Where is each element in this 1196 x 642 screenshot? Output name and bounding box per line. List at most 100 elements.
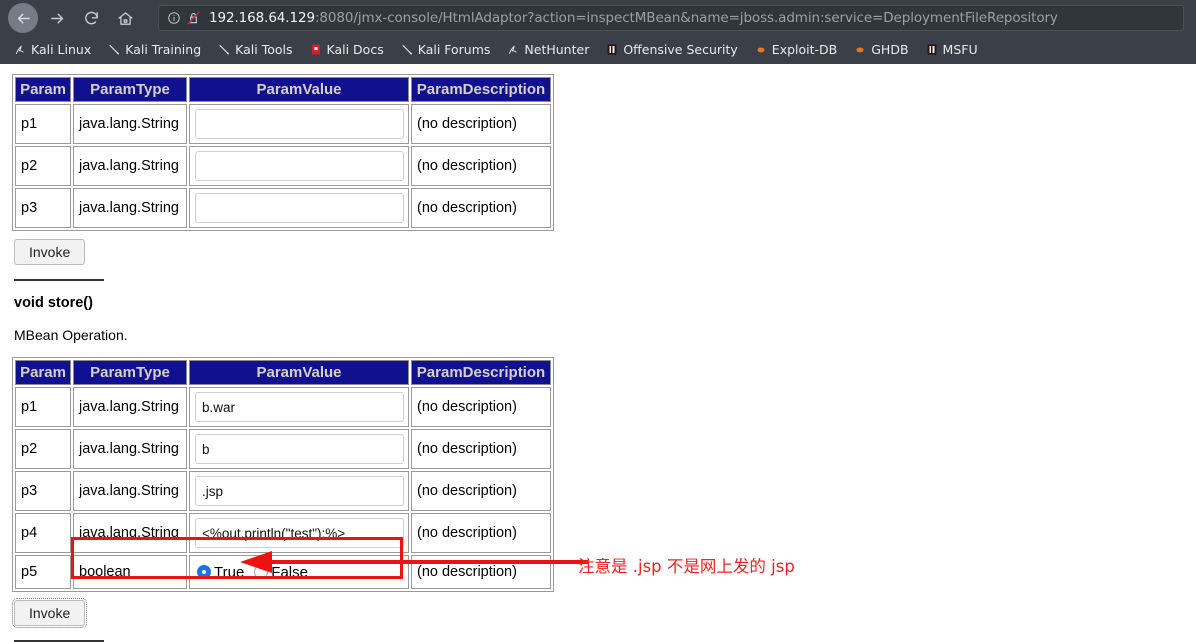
radio-true[interactable]: True: [197, 564, 244, 581]
kali-docs-icon: [310, 43, 322, 56]
cell-param: p2: [15, 146, 71, 186]
annotation-text: 注意是 .jsp 不是网上发的 jsp: [578, 557, 795, 576]
radio-false-dot-icon[interactable]: [254, 565, 269, 579]
table-row: p1 java.lang.String (no description): [15, 387, 551, 427]
operation-description: MBean Operation.: [14, 327, 128, 343]
kali-pen-icon: [218, 43, 230, 56]
param-value-input-p1[interactable]: [195, 109, 404, 139]
cell-paramtype: boolean: [73, 555, 187, 589]
url-text: 192.168.64.129:8080/jmx-console/HtmlAdap…: [209, 10, 1058, 26]
offsec-icon: [606, 43, 618, 56]
cell-paramvalue: [189, 146, 409, 186]
bookmark-kali-training[interactable]: Kali Training: [108, 42, 201, 57]
table-header-row: Param ParamType ParamValue ParamDescript…: [15, 360, 551, 385]
cell-param: p1: [15, 104, 71, 144]
bookmark-label: Kali Docs: [326, 41, 384, 57]
cell-param: p2: [15, 429, 71, 469]
cell-param: p3: [15, 188, 71, 228]
header-paramvalue: ParamValue: [189, 360, 409, 385]
table-row: p2 java.lang.String (no description): [15, 146, 551, 186]
cell-paramvalue: [189, 471, 409, 511]
table-row: p1 java.lang.String (no description): [15, 104, 551, 144]
table-header-row: Param ParamType ParamValue ParamDescript…: [15, 77, 551, 102]
header-paramdescription: ParamDescription: [411, 77, 551, 102]
cell-paramvalue: [189, 429, 409, 469]
red-doc-glyph: [311, 44, 320, 54]
header-paramtype: ParamType: [73, 77, 187, 102]
cell-paramdescription: (no description): [411, 471, 551, 511]
arrow-right-icon: [50, 13, 63, 23]
operation-signature: void store(): [14, 295, 93, 311]
bookmark-kali-linux[interactable]: Kali Linux: [14, 42, 91, 57]
bookmark-label: GHDB: [871, 41, 909, 57]
url-host: 192.168.64.129: [209, 10, 315, 26]
insecure-lock-slash-icon[interactable]: [186, 10, 201, 26]
forward-button[interactable]: [42, 3, 72, 33]
store-param-value-input-p1[interactable]: [195, 392, 404, 422]
flame-glyph: [757, 47, 765, 52]
radio-false-label: False: [271, 563, 308, 581]
bookmark-ghdb[interactable]: GHDB: [854, 41, 909, 57]
browser-toolbar: 192.168.64.129:8080/jmx-console/HtmlAdap…: [0, 0, 1196, 36]
cell-paramdescription: (no description): [411, 429, 551, 469]
invoke-button-top[interactable]: Invoke: [14, 239, 86, 265]
offsec-glyph: [607, 44, 617, 54]
bookmark-kali-tools[interactable]: Kali Tools: [218, 41, 293, 57]
header-param: Param: [15, 360, 71, 385]
cell-paramvalue: [189, 387, 409, 427]
flame-icon: [755, 43, 767, 56]
store-param-value-input-p3[interactable]: [195, 476, 404, 506]
cell-paramdescription: (no description): [411, 188, 551, 228]
table-row-boolean: p5 boolean True False (no description): [15, 555, 551, 589]
cell-paramdescription: (no description): [411, 387, 551, 427]
flame-glyph: [856, 47, 864, 52]
header-paramvalue: ParamValue: [189, 77, 409, 102]
bookmark-label: Kali Tools: [235, 41, 293, 57]
cell-paramtype: java.lang.String: [73, 429, 187, 469]
cell-param: p1: [15, 387, 71, 427]
bookmark-label: Offensive Security: [623, 41, 738, 57]
cell-param: p4: [15, 513, 71, 553]
cell-paramvalue: True False: [189, 555, 409, 589]
info-circle-icon[interactable]: [167, 11, 181, 25]
bookmark-exploit-db[interactable]: Exploit-DB: [755, 42, 837, 57]
flame-icon: [854, 43, 866, 56]
bookmark-label: NetHunter: [524, 41, 590, 57]
store-param-value-input-p2[interactable]: [195, 434, 404, 464]
offsec-icon: [926, 43, 938, 56]
home-button[interactable]: [110, 3, 140, 33]
store-param-value-input-p4[interactable]: [195, 518, 404, 548]
bookmark-kali-forums[interactable]: Kali Forums: [401, 41, 491, 57]
back-button[interactable]: [8, 3, 38, 33]
lock-slash-glyph: [187, 11, 200, 25]
bookmark-msfu[interactable]: MSFU: [926, 42, 978, 57]
radio-true-label: True: [214, 563, 245, 581]
bookmarks-bar: Kali Linux Kali Training Kali Tools Kali…: [0, 36, 1196, 62]
bookmark-nethunter[interactable]: NetHunter: [507, 42, 589, 57]
bookmark-offensive-security[interactable]: Offensive Security: [606, 41, 738, 57]
cell-paramtype: java.lang.String: [73, 471, 187, 511]
param-value-input-p2[interactable]: [195, 151, 404, 181]
cell-paramtype: java.lang.String: [73, 146, 187, 186]
radio-false[interactable]: False: [254, 564, 308, 581]
invoke-button-store[interactable]: Invoke: [11, 598, 88, 628]
section-divider-top: [14, 279, 104, 281]
params-table-top: Param ParamType ParamValue ParamDescript…: [12, 74, 554, 231]
cell-paramtype: java.lang.String: [73, 104, 187, 144]
bookmark-label: Kali Forums: [417, 41, 491, 57]
offsec-glyph: [927, 44, 937, 54]
bookmark-kali-docs[interactable]: Kali Docs: [310, 42, 384, 57]
header-paramtype: ParamType: [73, 360, 187, 385]
url-path: :8080/jmx-console/HtmlAdaptor?action=ins…: [314, 10, 1058, 26]
cell-paramdescription: (no description): [411, 104, 551, 144]
param-value-input-p3[interactable]: [195, 193, 404, 223]
radio-true-dot-icon[interactable]: [197, 565, 211, 579]
url-bar[interactable]: 192.168.64.129:8080/jmx-console/HtmlAdap…: [158, 5, 1184, 31]
reload-button[interactable]: [76, 3, 106, 33]
cell-paramtype: java.lang.String: [73, 188, 187, 228]
kali-pen-icon: [108, 43, 120, 56]
home-icon: [117, 11, 133, 25]
cell-paramvalue: [189, 513, 409, 553]
cell-paramtype: java.lang.String: [73, 387, 187, 427]
bookmark-label: Kali Training: [125, 41, 202, 57]
